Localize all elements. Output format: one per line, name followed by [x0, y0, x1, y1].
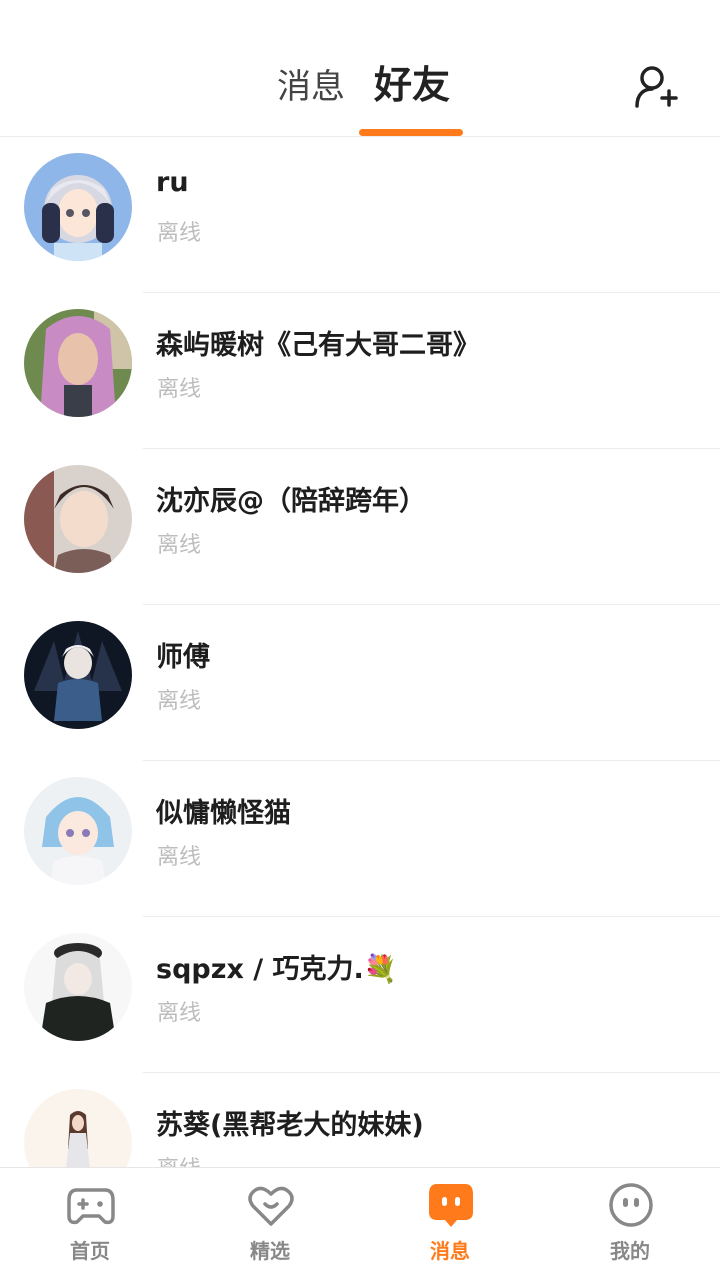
- friend-status: 离线: [157, 221, 202, 246]
- friend-name: 森屿暖树《己有大哥二哥》: [156, 330, 480, 361]
- smiley-icon: [609, 1183, 653, 1227]
- avatar: [24, 1089, 132, 1167]
- friend-status: 离线: [157, 845, 202, 870]
- friend-row[interactable]: 似慵懒怪猫 离线: [0, 761, 720, 917]
- nav-label: 我的: [610, 1239, 650, 1263]
- friend-name: sqpzx / 巧克力.💐: [156, 954, 398, 985]
- friend-status: 离线: [157, 1001, 202, 1026]
- friend-status: 离线: [157, 1151, 201, 1167]
- bottom-nav: 首页 精选 消息 我的: [0, 1167, 720, 1281]
- friend-name: ru: [156, 167, 189, 198]
- add-user-icon[interactable]: [634, 64, 678, 110]
- avatar: [24, 153, 132, 261]
- nav-home[interactable]: 首页: [0, 1168, 180, 1281]
- nav-featured[interactable]: 精选: [180, 1168, 360, 1281]
- friend-name: 似慵懒怪猫: [156, 798, 291, 829]
- nav-label: 消息: [430, 1239, 470, 1263]
- avatar: [24, 933, 132, 1041]
- nav-profile[interactable]: 我的: [540, 1168, 720, 1281]
- nav-label: 精选: [250, 1239, 290, 1263]
- friend-name: 沈亦辰@（陪辞跨年）: [156, 486, 426, 517]
- friend-row[interactable]: 森屿暖树《己有大哥二哥》 离线: [0, 293, 720, 449]
- friend-row[interactable]: 师傅 离线: [0, 605, 720, 761]
- friend-status: 离线: [157, 689, 202, 714]
- chat-bubble-icon: [429, 1184, 473, 1227]
- friend-status: 离线: [157, 533, 202, 558]
- avatar: [24, 465, 132, 573]
- tab-friends[interactable]: 好友: [374, 60, 450, 110]
- heart-icon: [248, 1186, 294, 1226]
- nav-label: 首页: [70, 1239, 110, 1263]
- active-tab-indicator: [359, 129, 463, 136]
- avatar: [24, 777, 132, 885]
- friend-list: ru 离线 森屿暖树《己有大哥二哥》 离线 沈亦辰@（陪辞跨年） 离线 师傅 离…: [0, 137, 720, 1167]
- friend-row[interactable]: 沈亦辰@（陪辞跨年） 离线: [0, 449, 720, 605]
- tab-messages[interactable]: 消息: [277, 62, 345, 112]
- friend-row[interactable]: sqpzx / 巧克力.💐 离线: [0, 917, 720, 1073]
- top-header: 消息 好友: [0, 0, 720, 137]
- avatar: [24, 309, 132, 417]
- friend-name: 师傅: [156, 642, 210, 673]
- friend-row[interactable]: ru 离线: [0, 137, 720, 293]
- gamepad-icon: [67, 1188, 115, 1225]
- nav-messages[interactable]: 消息: [360, 1168, 540, 1281]
- friend-row[interactable]: 苏葵(黑帮老大的妹妹) 离线: [0, 1073, 720, 1167]
- avatar: [24, 621, 132, 729]
- friend-status: 离线: [157, 377, 202, 402]
- friend-name: 苏葵(黑帮老大的妹妹): [156, 1110, 424, 1141]
